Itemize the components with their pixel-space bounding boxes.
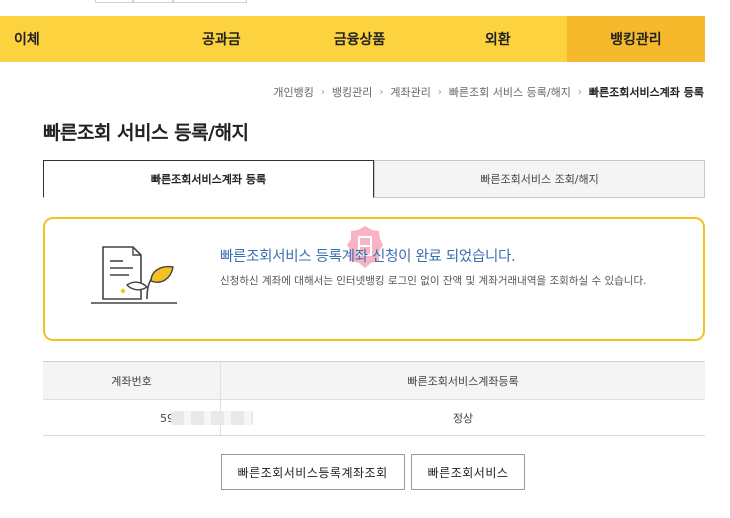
- chevron-right-icon: ›: [437, 86, 442, 98]
- top-strip: [0, 0, 730, 16]
- tab-register[interactable]: 빠른조회서비스계좌 등록: [43, 160, 374, 198]
- top-tab[interactable]: [95, 0, 133, 3]
- tab-inquiry-cancel[interactable]: 빠른조회서비스 조회/해지: [374, 160, 705, 198]
- top-tab[interactable]: [173, 0, 247, 3]
- account-number-cell: 59: [43, 399, 253, 436]
- column-header-account: 계좌번호: [43, 361, 221, 400]
- breadcrumb-item[interactable]: 개인뱅킹: [273, 84, 313, 100]
- page-title: 빠른조회 서비스 등록/해지: [43, 122, 249, 144]
- document-plant-icon: [91, 246, 177, 304]
- gnb-item-transfer[interactable]: 이체: [0, 16, 152, 62]
- breadcrumb: 개인뱅킹 › 뱅킹관리 › 계좌관리 › 빠른조회 서비스 등록/해지 › 빠른…: [273, 84, 704, 100]
- quick-inquiry-service-button[interactable]: 빠른조회서비스: [410, 454, 526, 490]
- completion-notice: 빠른조회서비스 등록계좌 신청이 완료 되었습니다. 신청하신 계좌에 대해서는…: [43, 217, 705, 341]
- masked-account-blur: [171, 411, 253, 425]
- breadcrumb-current: 빠른조회서비스계좌 등록: [588, 86, 704, 99]
- breadcrumb-item[interactable]: 빠른조회 서비스 등록/해지: [449, 84, 571, 100]
- tab-bar: 빠른조회서비스계좌 등록 빠른조회서비스 조회/해지: [43, 160, 705, 198]
- gnb-item-forex[interactable]: 외환: [429, 16, 567, 62]
- breadcrumb-item[interactable]: 뱅킹관리: [332, 84, 372, 100]
- notice-description: 신청하신 계좌에 대해서는 인터넷뱅킹 로그인 없이 잔액 및 계좌거래내역을 …: [220, 275, 647, 287]
- gnb-item-products[interactable]: 금융상품: [290, 16, 428, 62]
- chevron-right-icon: ›: [320, 86, 325, 98]
- global-nav: 이체 공과금 금융상품 외환 뱅킹관리: [0, 16, 706, 62]
- column-header-registration: 빠른조회서비스계좌등록: [220, 361, 705, 400]
- registered-account-inquiry-button[interactable]: 빠른조회서비스등록계좌조회: [220, 454, 405, 490]
- breadcrumb-item[interactable]: 계좌관리: [390, 84, 430, 100]
- registration-status: 정상: [220, 399, 705, 436]
- top-tab[interactable]: [133, 0, 173, 3]
- action-buttons: 빠른조회서비스등록계좌조회 빠른조회서비스: [0, 454, 730, 490]
- chevron-right-icon: ›: [577, 86, 582, 98]
- gnb-item-banking-management[interactable]: 뱅킹관리: [566, 16, 706, 62]
- table-header-row: 계좌번호 빠른조회서비스계좌등록: [43, 361, 705, 400]
- gnb-item-utility[interactable]: 공과금: [152, 16, 290, 62]
- notice-title: 빠른조회서비스 등록계좌 신청이 완료 되었습니다.: [220, 249, 516, 265]
- chevron-right-icon: ›: [379, 86, 384, 98]
- result-table: 계좌번호 빠른조회서비스계좌등록 59 정상: [43, 361, 705, 436]
- table-row: 59 정상: [43, 399, 705, 436]
